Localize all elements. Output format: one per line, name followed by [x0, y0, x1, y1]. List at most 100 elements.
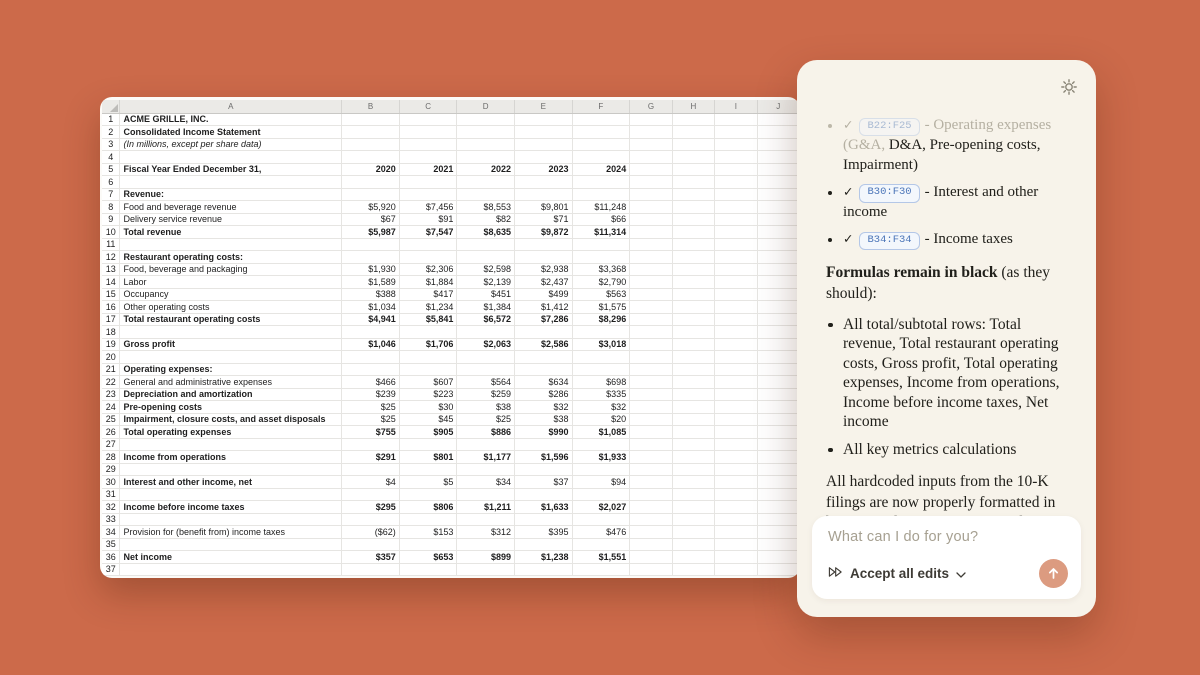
cell-C18[interactable]: [399, 326, 457, 339]
cell-I17[interactable]: [715, 313, 757, 326]
cell-C11[interactable]: [399, 238, 457, 251]
cell-I29[interactable]: [715, 463, 757, 476]
cell-G30[interactable]: [630, 476, 672, 489]
row-header-21[interactable]: 21: [102, 363, 120, 376]
cell-H27[interactable]: [672, 438, 714, 451]
cell-G23[interactable]: [630, 388, 672, 401]
cell-F32[interactable]: $2,027: [572, 501, 630, 514]
cell-I15[interactable]: [715, 288, 757, 301]
cell-I3[interactable]: [715, 138, 757, 151]
cell-G3[interactable]: [630, 138, 672, 151]
cell-J1[interactable]: [757, 113, 799, 126]
cell-A28[interactable]: Income from operations: [120, 451, 342, 464]
cell-F36[interactable]: $1,551: [572, 551, 630, 564]
cell-D15[interactable]: $451: [457, 288, 515, 301]
cell-I30[interactable]: [715, 476, 757, 489]
cell-E9[interactable]: $71: [514, 213, 572, 226]
cell-H7[interactable]: [672, 188, 714, 201]
cell-J24[interactable]: [757, 401, 799, 414]
cell-G18[interactable]: [630, 326, 672, 339]
cell-J27[interactable]: [757, 438, 799, 451]
cell-B1[interactable]: [342, 113, 400, 126]
cell-B24[interactable]: $25: [342, 401, 400, 414]
cell-A26[interactable]: Total operating expenses: [120, 426, 342, 439]
cell-C15[interactable]: $417: [399, 288, 457, 301]
cell-A3[interactable]: (In millions, except per share data): [120, 138, 342, 151]
row-header-33[interactable]: 33: [102, 513, 120, 526]
cell-A4[interactable]: [120, 151, 342, 164]
settings-gear-icon[interactable]: [1059, 77, 1079, 97]
select-all-corner[interactable]: [102, 100, 120, 113]
cell-C31[interactable]: [399, 488, 457, 501]
row-header-10[interactable]: 10: [102, 226, 120, 239]
cell-I28[interactable]: [715, 451, 757, 464]
cell-A8[interactable]: Food and beverage revenue: [120, 201, 342, 214]
cell-D28[interactable]: $1,177: [457, 451, 515, 464]
cell-I13[interactable]: [715, 263, 757, 276]
cell-A13[interactable]: Food, beverage and packaging: [120, 263, 342, 276]
cell-C9[interactable]: $91: [399, 213, 457, 226]
cell-B26[interactable]: $755: [342, 426, 400, 439]
cell-J29[interactable]: [757, 463, 799, 476]
cell-E25[interactable]: $38: [514, 413, 572, 426]
cell-I25[interactable]: [715, 413, 757, 426]
cell-B6[interactable]: [342, 176, 400, 189]
cell-J20[interactable]: [757, 351, 799, 364]
cell-A22[interactable]: General and administrative expenses: [120, 376, 342, 389]
cell-D19[interactable]: $2,063: [457, 338, 515, 351]
cell-D1[interactable]: [457, 113, 515, 126]
cell-E26[interactable]: $990: [514, 426, 572, 439]
cell-B5[interactable]: 2020: [342, 163, 400, 176]
cell-H22[interactable]: [672, 376, 714, 389]
cell-D22[interactable]: $564: [457, 376, 515, 389]
column-header-D[interactable]: D: [457, 100, 515, 113]
cell-C27[interactable]: [399, 438, 457, 451]
cell-J34[interactable]: [757, 526, 799, 539]
cell-B30[interactable]: $4: [342, 476, 400, 489]
row-header-17[interactable]: 17: [102, 313, 120, 326]
cell-G34[interactable]: [630, 526, 672, 539]
cell-F6[interactable]: [572, 176, 630, 189]
cell-I20[interactable]: [715, 351, 757, 364]
cell-E34[interactable]: $395: [514, 526, 572, 539]
cell-E21[interactable]: [514, 363, 572, 376]
cell-D9[interactable]: $82: [457, 213, 515, 226]
cell-H33[interactable]: [672, 513, 714, 526]
cell-D24[interactable]: $38: [457, 401, 515, 414]
row-header-25[interactable]: 25: [102, 413, 120, 426]
cell-A6[interactable]: [120, 176, 342, 189]
cell-C6[interactable]: [399, 176, 457, 189]
cell-H16[interactable]: [672, 301, 714, 314]
cell-J16[interactable]: [757, 301, 799, 314]
cell-F9[interactable]: $66: [572, 213, 630, 226]
column-header-F[interactable]: F: [572, 100, 630, 113]
cell-I8[interactable]: [715, 201, 757, 214]
cell-H14[interactable]: [672, 276, 714, 289]
cell-C7[interactable]: [399, 188, 457, 201]
cell-F22[interactable]: $698: [572, 376, 630, 389]
row-header-7[interactable]: 7: [102, 188, 120, 201]
cell-J4[interactable]: [757, 151, 799, 164]
cell-C3[interactable]: [399, 138, 457, 151]
cell-D34[interactable]: $312: [457, 526, 515, 539]
cell-D17[interactable]: $6,572: [457, 313, 515, 326]
cell-H6[interactable]: [672, 176, 714, 189]
cell-D23[interactable]: $259: [457, 388, 515, 401]
cell-E14[interactable]: $2,437: [514, 276, 572, 289]
cell-C36[interactable]: $653: [399, 551, 457, 564]
cell-D2[interactable]: [457, 126, 515, 139]
cell-I9[interactable]: [715, 213, 757, 226]
cell-F24[interactable]: $32: [572, 401, 630, 414]
cell-A1[interactable]: ACME GRILLE, INC.: [120, 113, 342, 126]
row-header-23[interactable]: 23: [102, 388, 120, 401]
cell-H1[interactable]: [672, 113, 714, 126]
cell-C33[interactable]: [399, 513, 457, 526]
cell-B34[interactable]: ($62): [342, 526, 400, 539]
cell-E10[interactable]: $9,872: [514, 226, 572, 239]
cell-H13[interactable]: [672, 263, 714, 276]
cell-C12[interactable]: [399, 251, 457, 264]
cell-J10[interactable]: [757, 226, 799, 239]
cell-B25[interactable]: $25: [342, 413, 400, 426]
cell-E16[interactable]: $1,412: [514, 301, 572, 314]
cell-I16[interactable]: [715, 301, 757, 314]
